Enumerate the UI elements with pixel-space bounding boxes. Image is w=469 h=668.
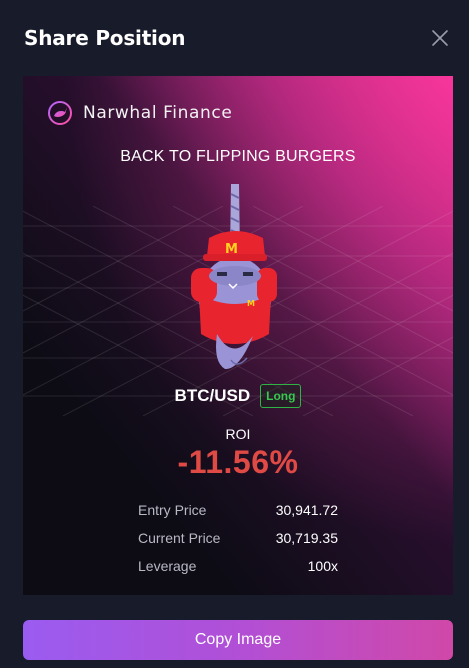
stat-row-entry-price: Entry Price 30,941.72 <box>138 496 338 524</box>
roi-value: -11.56% <box>177 444 299 480</box>
modal-title: Share Position <box>24 26 186 50</box>
share-card: Narwhal Finance BACK TO FLIPPING BURGERS… <box>23 76 453 595</box>
copy-image-button[interactable]: Copy Image <box>23 620 453 660</box>
trading-pair: BTC/USD <box>174 386 251 405</box>
position-stats: Entry Price 30,941.72 Current Price 30,7… <box>138 496 338 580</box>
close-icon[interactable] <box>428 26 452 50</box>
svg-text:M: M <box>247 299 255 308</box>
narwhal-burger-mascot: M M <box>191 184 277 370</box>
stat-row-current-price: Current Price 30,719.35 <box>138 524 338 552</box>
brand: Narwhal Finance <box>47 99 232 127</box>
brand-name: Narwhal Finance <box>83 103 233 123</box>
position-pair-row: BTC/USD Long <box>23 384 453 408</box>
close-button[interactable] <box>428 26 452 50</box>
stat-value: 30,941.72 <box>275 502 338 518</box>
roi-label: ROI <box>225 426 251 442</box>
position-side-badge: Long <box>260 384 302 408</box>
stat-label: Current Price <box>138 530 221 546</box>
share-headline: BACK TO FLIPPING BURGERS <box>120 148 356 165</box>
svg-text:M: M <box>225 242 238 257</box>
stat-label: Entry Price <box>138 502 207 518</box>
stat-row-leverage: Leverage 100x <box>138 552 338 580</box>
stat-value: 100x <box>307 558 338 574</box>
stat-value: 30,719.35 <box>275 530 338 546</box>
narwhal-logo-icon <box>48 101 72 125</box>
stat-label: Leverage <box>138 558 197 574</box>
